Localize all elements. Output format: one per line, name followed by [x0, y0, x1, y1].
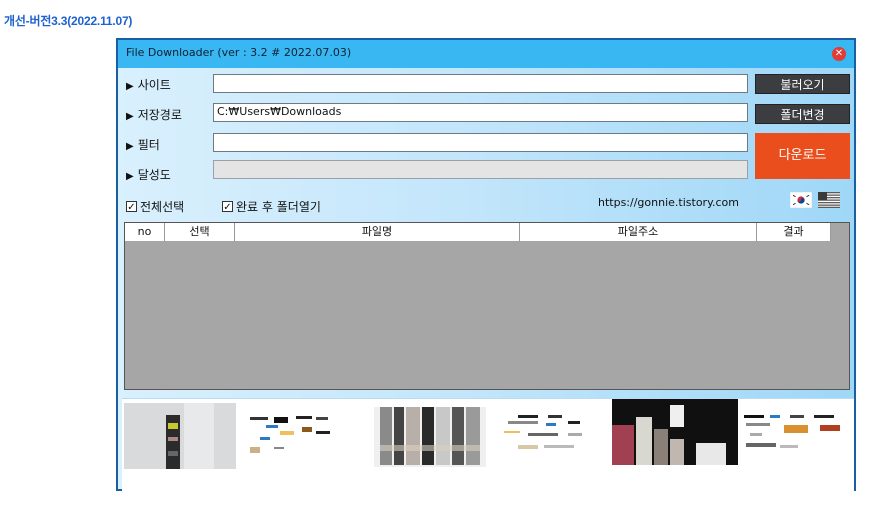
checkbox-checked-icon: ✓ — [222, 201, 233, 213]
thumbnail-image[interactable] — [498, 403, 608, 469]
select-all-checkbox[interactable]: ✓ 전체선택 — [126, 198, 184, 215]
thumbnail-strip — [122, 398, 854, 493]
column-header[interactable]: 파일주소 — [520, 223, 757, 241]
column-header[interactable]: no — [125, 223, 165, 241]
checkbox-checked-icon: ✓ — [126, 201, 137, 213]
arrow-right-icon: ▶ — [126, 171, 134, 182]
select-all-label: 전체선택 — [140, 200, 185, 214]
thumbnail-image[interactable] — [612, 399, 738, 465]
load-button[interactable]: 불러오기 — [755, 74, 850, 94]
path-label: 저장경로 — [137, 108, 182, 122]
title-bar[interactable]: File Downloader (ver : 3.2 # 2022.07.03)… — [118, 40, 854, 68]
version-caption: 개선-버전3.3(2022.11.07) — [4, 14, 133, 28]
filter-row-label: ▶ 필터 — [126, 136, 160, 153]
download-button[interactable]: 다운로드 — [755, 133, 850, 179]
thumbnail-image[interactable] — [740, 403, 852, 469]
change-folder-button[interactable]: 폴더변경 — [755, 104, 850, 124]
file-table[interactable]: no 선택 파일명 파일주소 결과 — [124, 222, 850, 390]
progress-bar — [213, 160, 748, 179]
column-header[interactable]: 선택 — [165, 223, 235, 241]
progress-row-label: ▶ 달성도 — [126, 166, 171, 183]
site-row-label: ▶ 사이트 — [126, 76, 171, 93]
arrow-right-icon: ▶ — [126, 81, 134, 92]
app-window: File Downloader (ver : 3.2 # 2022.07.03)… — [116, 38, 856, 493]
filter-input[interactable] — [213, 133, 748, 152]
thumbnail-image[interactable] — [374, 403, 486, 469]
window-title: File Downloader (ver : 3.2 # 2022.07.03) — [126, 46, 352, 59]
blog-link[interactable]: https://gonnie.tistory.com — [598, 196, 739, 209]
site-label: 사이트 — [137, 78, 171, 92]
us-flag-icon[interactable] — [818, 192, 840, 208]
save-path-input[interactable]: C:₩Users₩Downloads — [213, 103, 748, 122]
table-header: no 선택 파일명 파일주소 결과 — [125, 223, 831, 241]
close-icon[interactable]: ✕ — [832, 47, 846, 61]
progress-label: 달성도 — [137, 168, 171, 182]
korean-flag-icon[interactable] — [790, 192, 812, 208]
open-folder-label: 완료 후 폴더열기 — [236, 200, 321, 214]
arrow-right-icon: ▶ — [126, 111, 134, 122]
arrow-right-icon: ▶ — [126, 141, 134, 152]
column-header[interactable]: 파일명 — [235, 223, 520, 241]
thumbnail-image[interactable] — [124, 403, 236, 469]
thumbnail-image[interactable] — [246, 403, 356, 469]
open-folder-checkbox[interactable]: ✓ 완료 후 폴더열기 — [222, 198, 321, 215]
filter-label: 필터 — [137, 138, 160, 152]
site-input[interactable] — [213, 74, 748, 93]
window-body: ▶ 사이트 불러오기 ▶ 저장경로 C:₩Users₩Downloads 폴더변경 … — [118, 68, 854, 493]
path-row-label: ▶ 저장경로 — [126, 106, 182, 123]
column-header[interactable]: 결과 — [757, 223, 831, 241]
